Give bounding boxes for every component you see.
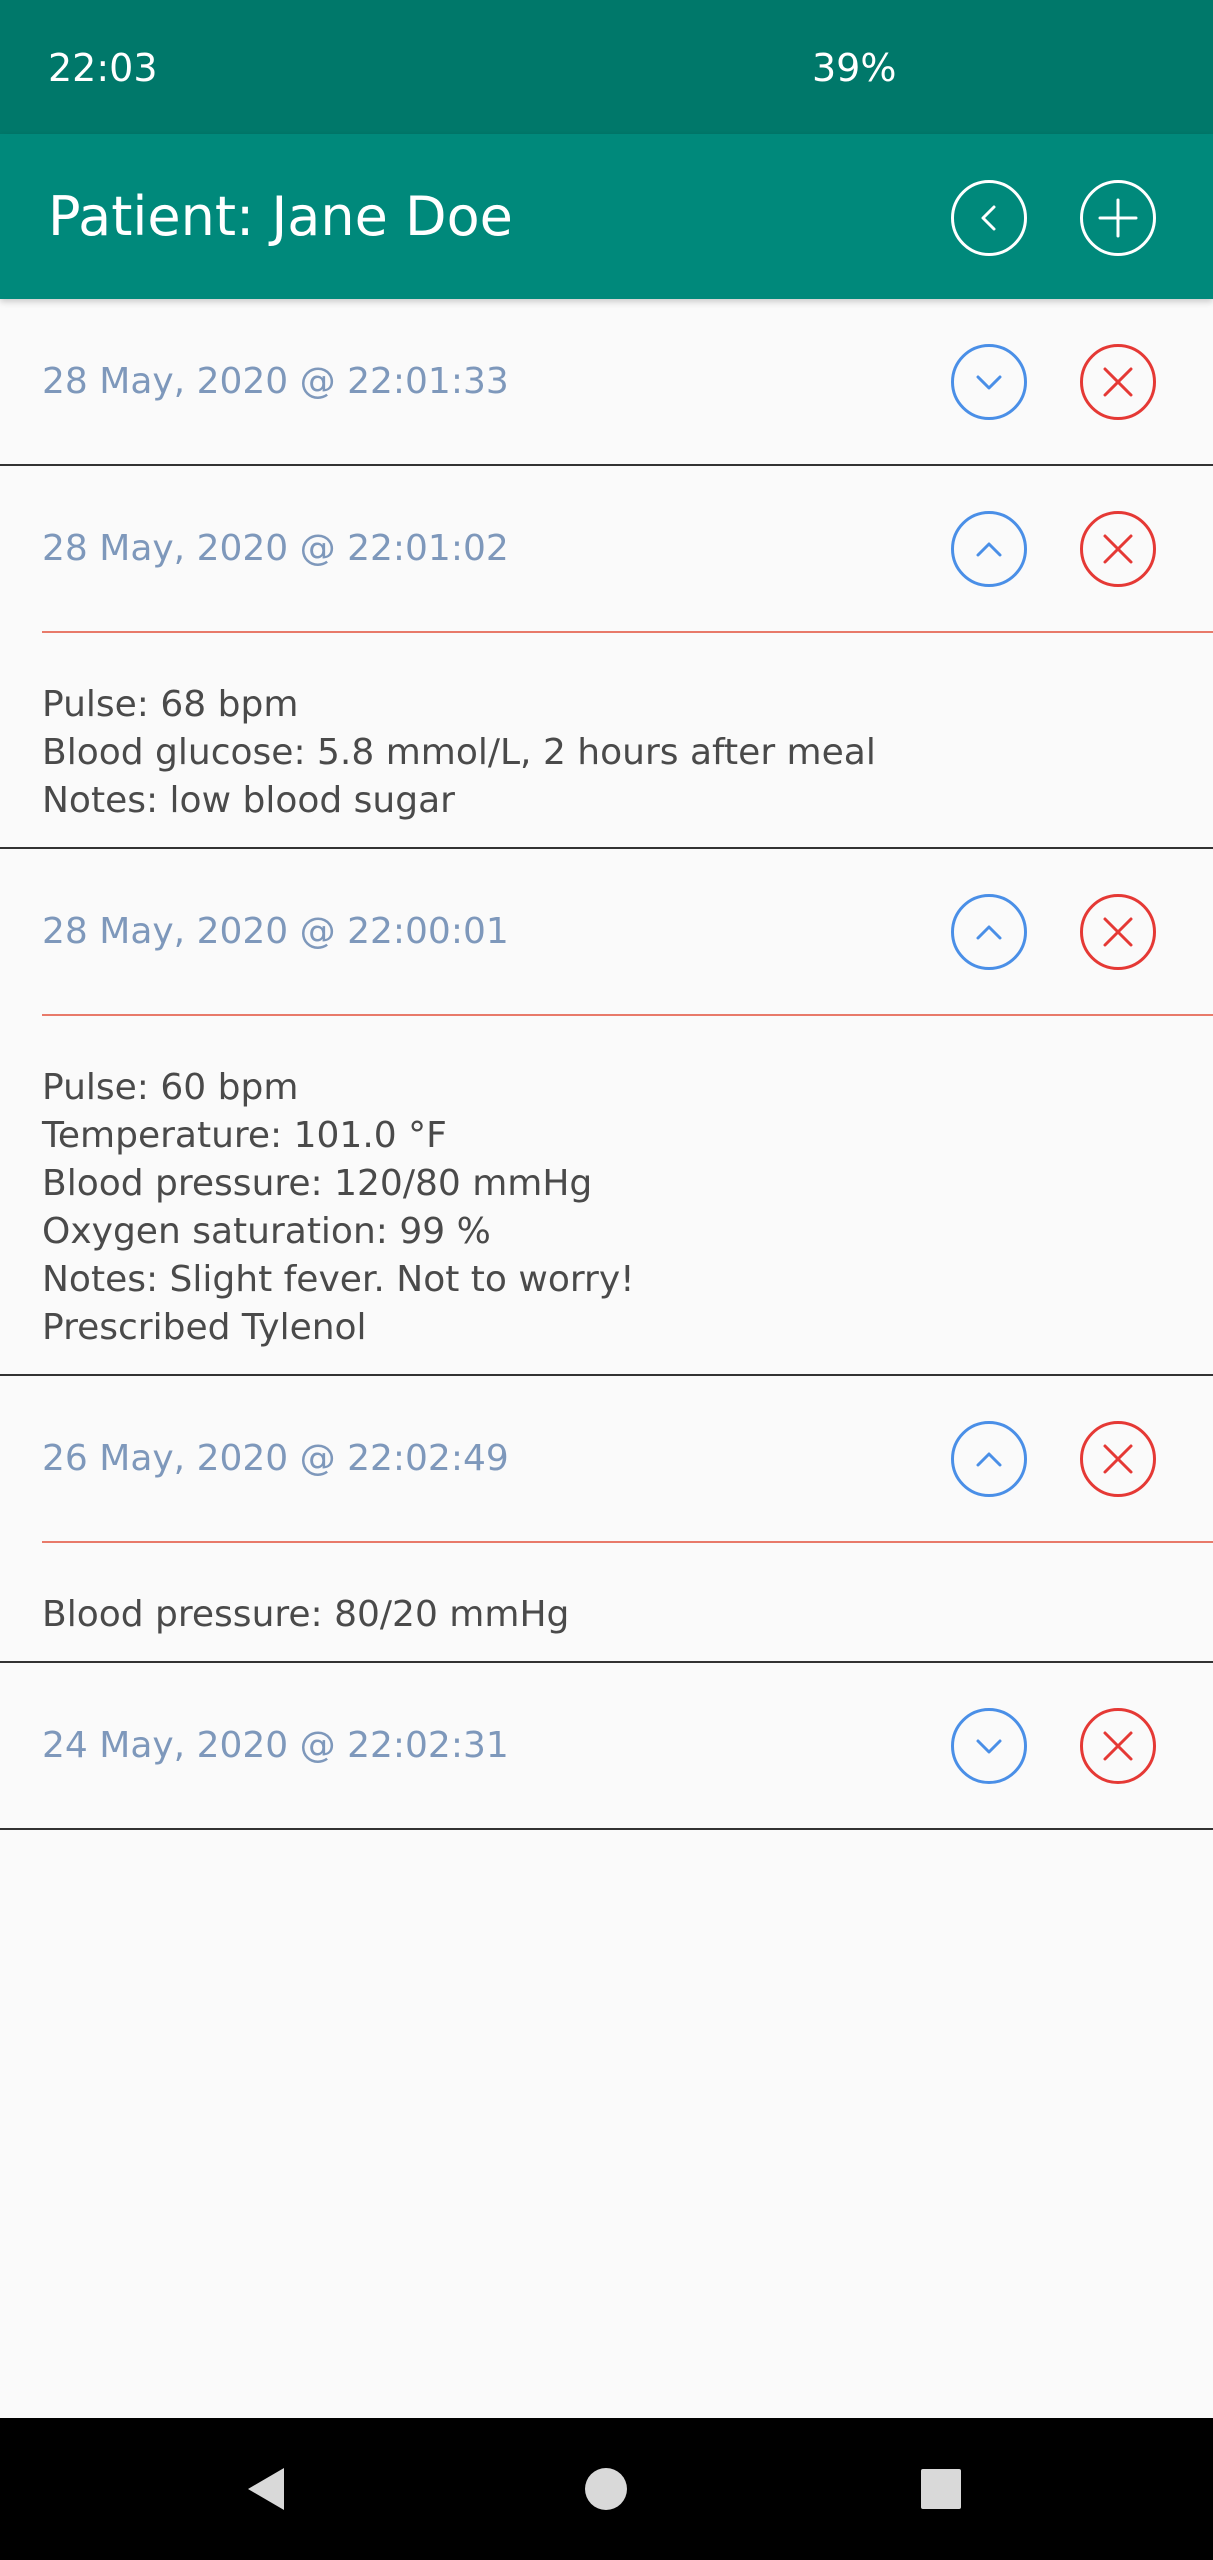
chevron-down-icon bbox=[951, 1708, 1027, 1784]
add-record-button[interactable] bbox=[1079, 179, 1157, 257]
system-home-button[interactable] bbox=[575, 2458, 637, 2520]
record-detail-line: Temperature: 101.0 °F bbox=[42, 1115, 447, 1156]
record-header: 28 May, 2020 @ 22:01:02 bbox=[0, 466, 1213, 631]
close-circle-icon bbox=[1080, 1421, 1156, 1497]
close-circle-icon bbox=[1080, 344, 1156, 420]
chevron-left-circle-icon bbox=[951, 180, 1027, 256]
system-recents-button[interactable] bbox=[910, 2458, 972, 2520]
record-header: 28 May, 2020 @ 22:01:33 bbox=[0, 299, 1213, 464]
record-detail-line: Pulse: 60 bpm bbox=[42, 1067, 299, 1108]
close-circle-icon bbox=[1080, 511, 1156, 587]
record-detail-line: Prescribed Tylenol bbox=[42, 1307, 367, 1348]
record-item: 26 May, 2020 @ 22:02:49 Blood pressure: 8… bbox=[0, 1376, 1213, 1663]
expand-button[interactable] bbox=[950, 343, 1028, 421]
record-date: 28 May, 2020 @ 22:01:02 bbox=[42, 528, 509, 569]
record-detail-line: Oxygen saturation: 99 % bbox=[42, 1211, 491, 1252]
close-circle-icon bbox=[1080, 894, 1156, 970]
record-header: 28 May, 2020 @ 22:00:01 bbox=[0, 849, 1213, 1014]
battery-level: 39% bbox=[812, 46, 897, 90]
record-list: 28 May, 2020 @ 22:01:33 28 May, 2020 @ 22… bbox=[0, 299, 1213, 1830]
chevron-down-icon bbox=[951, 344, 1027, 420]
back-button[interactable] bbox=[950, 179, 1028, 257]
record-detail-line: Blood pressure: 120/80 mmHg bbox=[42, 1163, 593, 1204]
record-date: 24 May, 2020 @ 22:02:31 bbox=[42, 1725, 509, 1766]
chevron-up-icon bbox=[951, 511, 1027, 587]
record-details: Blood pressure: 80/20 mmHg bbox=[0, 1543, 1213, 1661]
page-title: Patient: Jane Doe bbox=[48, 185, 513, 248]
record-details: Pulse: 60 bpm Temperature: 101.0 °F Blood … bbox=[0, 1016, 1213, 1374]
record-detail-line: Notes: Slight fever. Not to worry! bbox=[42, 1259, 635, 1300]
collapse-button[interactable] bbox=[950, 1420, 1028, 1498]
delete-record-button[interactable] bbox=[1079, 510, 1157, 588]
expand-button[interactable] bbox=[950, 1707, 1028, 1785]
delete-record-button[interactable] bbox=[1079, 1420, 1157, 1498]
status-time: 22:03 bbox=[48, 46, 158, 90]
record-date: 28 May, 2020 @ 22:00:01 bbox=[42, 911, 509, 952]
record-item: 28 May, 2020 @ 22:00:01 Pulse: 60 bpm Temp… bbox=[0, 849, 1213, 1376]
record-header: 24 May, 2020 @ 22:02:31 bbox=[0, 1663, 1213, 1828]
collapse-button[interactable] bbox=[950, 510, 1028, 588]
collapse-button[interactable] bbox=[950, 893, 1028, 971]
delete-record-button[interactable] bbox=[1079, 343, 1157, 421]
status-bar: 22:03 39% bbox=[0, 0, 1213, 134]
record-date: 28 May, 2020 @ 22:01:33 bbox=[42, 361, 509, 402]
delete-record-button[interactable] bbox=[1079, 893, 1157, 971]
system-back-button[interactable] bbox=[236, 2458, 298, 2520]
system-nav-bar bbox=[0, 2418, 1213, 2560]
record-item: 24 May, 2020 @ 22:02:31 bbox=[0, 1663, 1213, 1830]
record-details: Pulse: 68 bpm Blood glucose: 5.8 mmol/L, … bbox=[0, 633, 1213, 847]
square-recents-icon bbox=[921, 2469, 961, 2509]
record-detail-line: Blood glucose: 5.8 mmol/L, 2 hours after… bbox=[42, 732, 876, 773]
record-header: 26 May, 2020 @ 22:02:49 bbox=[0, 1376, 1213, 1541]
delete-record-button[interactable] bbox=[1079, 1707, 1157, 1785]
triangle-back-icon bbox=[248, 2468, 284, 2510]
record-date: 26 May, 2020 @ 22:02:49 bbox=[42, 1438, 509, 1479]
record-detail-line: Notes: low blood sugar bbox=[42, 780, 455, 821]
record-detail-line: Blood pressure: 80/20 mmHg bbox=[42, 1594, 570, 1635]
circle-home-icon bbox=[585, 2468, 627, 2510]
record-item: 28 May, 2020 @ 22:01:33 bbox=[0, 299, 1213, 466]
close-circle-icon bbox=[1080, 1708, 1156, 1784]
app-bar: Patient: Jane Doe bbox=[0, 134, 1213, 299]
chevron-up-icon bbox=[951, 1421, 1027, 1497]
record-item: 28 May, 2020 @ 22:01:02 Pulse: 68 bpm Bloo… bbox=[0, 466, 1213, 849]
record-detail-line: Pulse: 68 bpm bbox=[42, 684, 299, 725]
plus-circle-icon bbox=[1080, 180, 1156, 256]
chevron-up-icon bbox=[951, 894, 1027, 970]
